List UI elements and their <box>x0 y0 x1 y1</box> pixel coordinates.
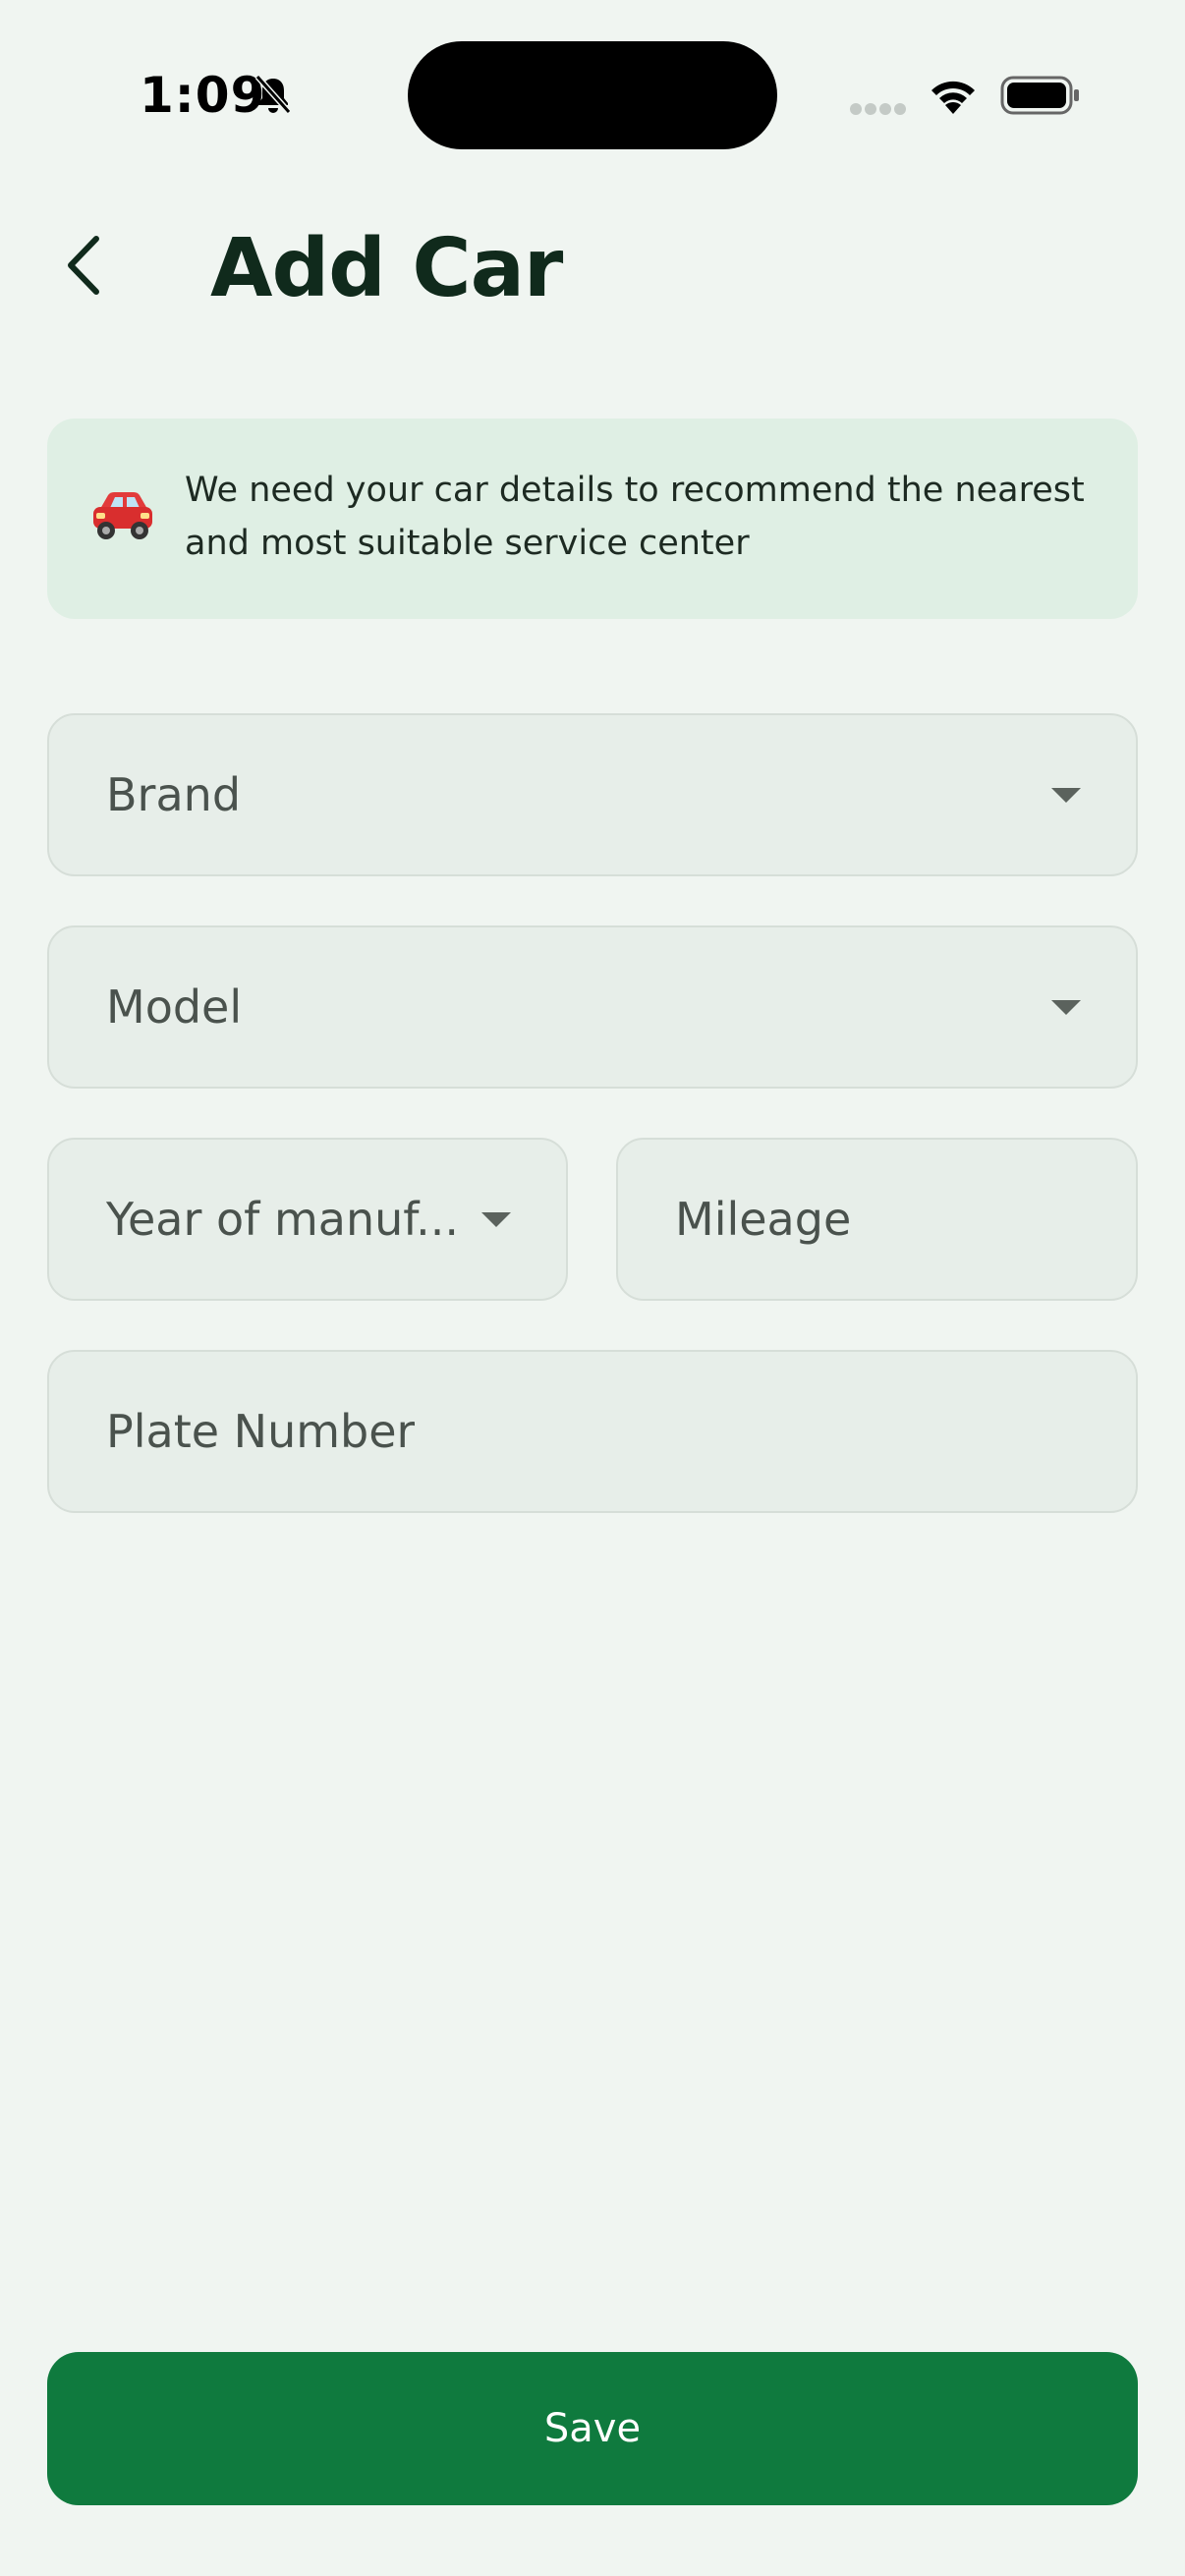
info-banner: We need your car details to recommend th… <box>47 419 1138 619</box>
battery-icon <box>1000 76 1079 115</box>
year-placeholder: Year of manuf... <box>106 1193 459 1246</box>
brand-dropdown[interactable]: Brand <box>47 713 1138 876</box>
brand-placeholder: Brand <box>106 768 242 821</box>
model-dropdown[interactable]: Model <box>47 925 1138 1089</box>
plate-number-input[interactable]: Plate Number <box>47 1350 1138 1513</box>
plate-placeholder: Plate Number <box>106 1405 416 1458</box>
model-placeholder: Model <box>106 980 243 1034</box>
dynamic-island <box>408 41 777 149</box>
wifi-icon <box>931 81 975 114</box>
caret-down-icon <box>481 1212 511 1227</box>
car-icon <box>93 492 152 539</box>
mileage-placeholder: Mileage <box>675 1193 852 1246</box>
bell-muted-icon <box>254 75 292 114</box>
mileage-input[interactable]: Mileage <box>616 1138 1138 1301</box>
caret-down-icon <box>1051 1000 1081 1015</box>
chevron-left-icon <box>68 236 99 295</box>
year-of-manufacture-dropdown[interactable]: Year of manuf... <box>47 1138 568 1301</box>
page-title: Add Car <box>210 222 563 315</box>
caret-down-icon <box>1051 788 1081 803</box>
info-banner-text: We need your car details to recommend th… <box>185 471 1085 563</box>
save-button[interactable]: Save <box>47 2352 1138 2505</box>
status-bar: 1:09 <box>0 0 1185 187</box>
status-time: 1:09 <box>140 67 266 124</box>
back-button[interactable] <box>43 218 122 312</box>
signal-icon <box>850 103 906 115</box>
